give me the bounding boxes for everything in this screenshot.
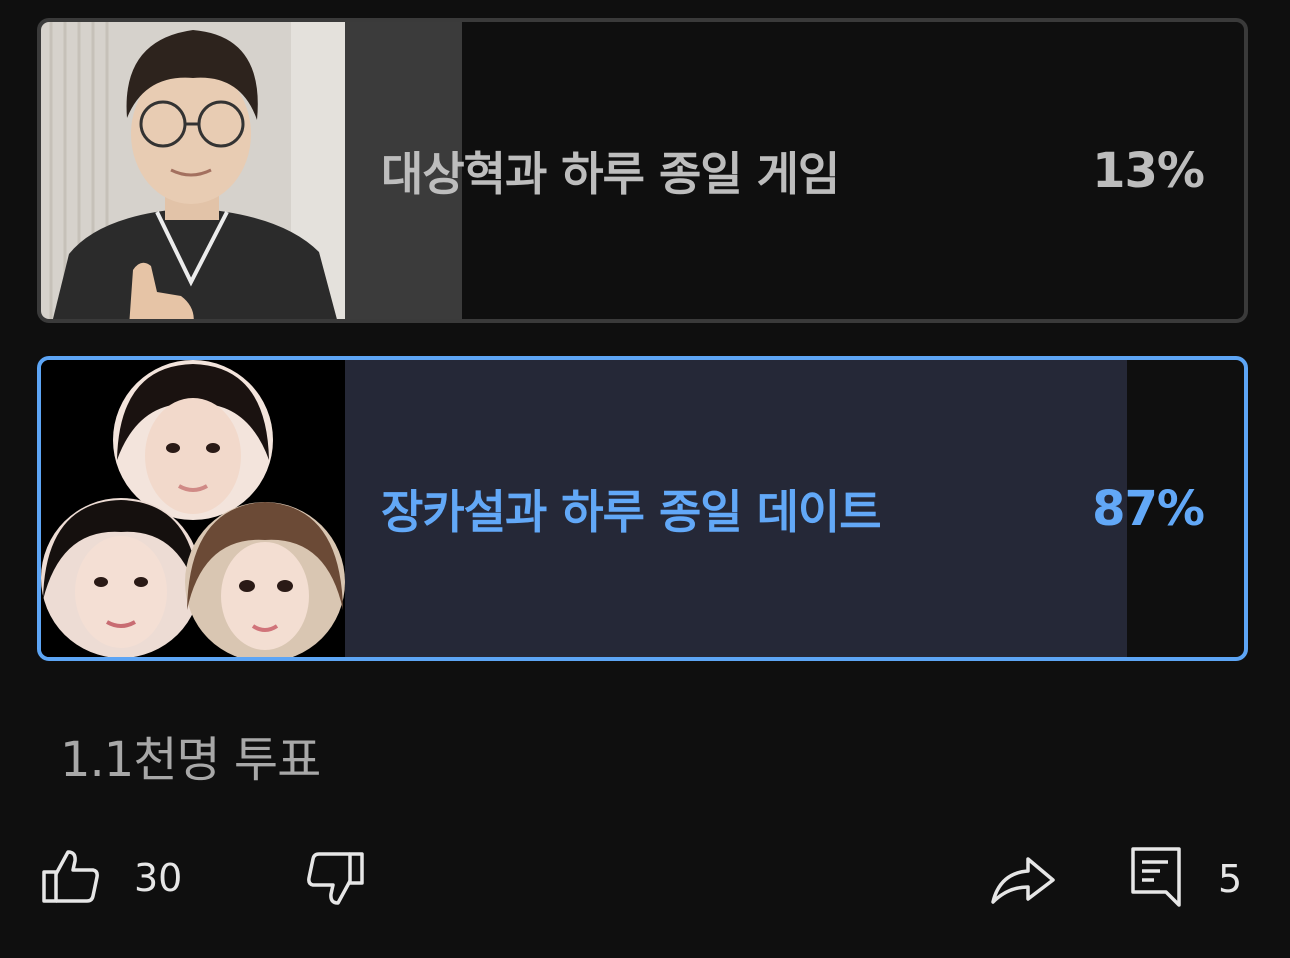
comment-count: 5	[1218, 857, 1243, 901]
option-2-label: 장카설과 하루 종일 데이트	[381, 484, 882, 539]
like-count: 30	[134, 856, 183, 900]
option-2-image	[41, 360, 345, 657]
option-2-percent: 87%	[1092, 480, 1205, 537]
comments-button[interactable]: 5	[1130, 846, 1242, 912]
option-1-label: 대상혁과 하루 종일 게임	[381, 146, 840, 201]
option-1-percent: 13%	[1092, 142, 1205, 199]
poll-option-2[interactable]: 장카설과 하루 종일 데이트 87%	[37, 356, 1248, 661]
like-button[interactable]: 30	[42, 848, 182, 908]
share-arrow-icon	[990, 853, 1056, 909]
thumbs-up-icon	[42, 848, 100, 908]
total-votes: 1.1천명 투표	[60, 732, 321, 788]
dislike-button[interactable]	[306, 851, 364, 911]
comment-icon	[1130, 846, 1182, 912]
poll-option-1[interactable]: 대상혁과 하루 종일 게임 13%	[37, 18, 1248, 323]
option-1-image	[41, 22, 345, 319]
thumbs-down-icon	[306, 851, 364, 911]
share-button[interactable]	[990, 853, 1056, 909]
